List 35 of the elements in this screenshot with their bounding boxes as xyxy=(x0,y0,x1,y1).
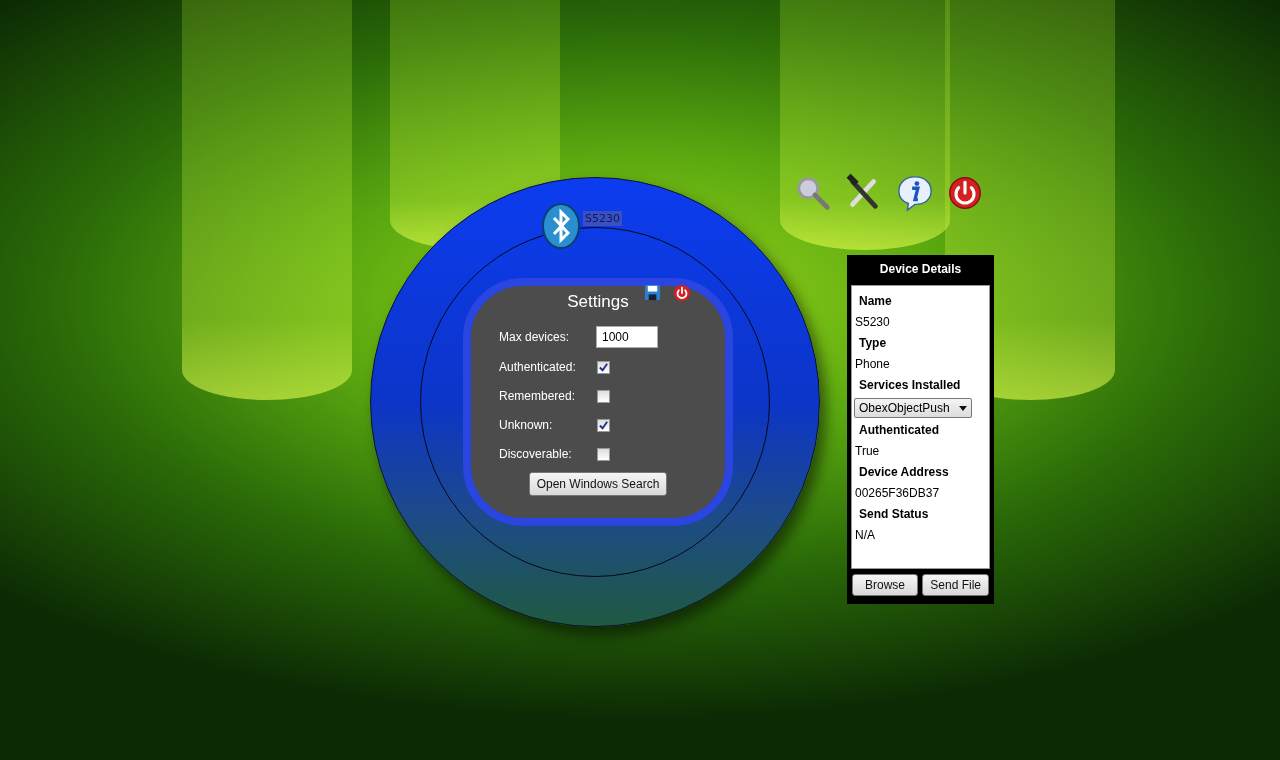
field-value: N/A xyxy=(854,527,876,544)
services-dropdown[interactable]: ObexObjectPush xyxy=(854,398,972,418)
close-icon[interactable] xyxy=(673,284,691,302)
field-value: True xyxy=(854,443,881,460)
option-label: Remembered: xyxy=(499,388,577,405)
search-icon[interactable] xyxy=(794,174,832,212)
field-label: Type xyxy=(858,335,888,352)
option-checkbox[interactable] xyxy=(597,389,610,403)
option-checkbox[interactable] xyxy=(597,418,610,432)
field-label: Name xyxy=(858,293,893,310)
field-value: 00265F36DB37 xyxy=(854,485,941,502)
save-icon[interactable] xyxy=(644,284,661,301)
caret-icon xyxy=(958,405,967,411)
option-label: Unknown: xyxy=(499,417,554,434)
field-label: Services Installed xyxy=(858,377,962,394)
option-label: Authenticated: xyxy=(499,359,577,376)
option-checkbox[interactable] xyxy=(597,360,610,374)
max-devices-label: Max devices: xyxy=(499,329,571,346)
field-label: Device Address xyxy=(858,464,950,481)
field-value: S5230 xyxy=(854,314,891,331)
action-button[interactable]: Browse xyxy=(852,574,918,596)
power-icon[interactable] xyxy=(947,175,983,211)
bluetooth-icon[interactable] xyxy=(541,203,581,249)
max-devices-field[interactable]: 1000 xyxy=(596,326,658,348)
field-label: Authenticated xyxy=(858,422,940,439)
settings-title: Settings xyxy=(567,292,629,312)
open-windows-search-button[interactable]: Open Windows Search xyxy=(528,472,668,496)
info-icon[interactable] xyxy=(896,174,934,212)
device-details-title: Device Details xyxy=(878,261,963,278)
field-value: Phone xyxy=(854,356,891,373)
field-label: Send Status xyxy=(858,506,930,523)
option-checkbox[interactable] xyxy=(597,447,610,461)
action-button[interactable]: Send File xyxy=(922,574,989,596)
option-label: Discoverable: xyxy=(499,446,573,463)
device-name: S5230 xyxy=(583,211,622,226)
